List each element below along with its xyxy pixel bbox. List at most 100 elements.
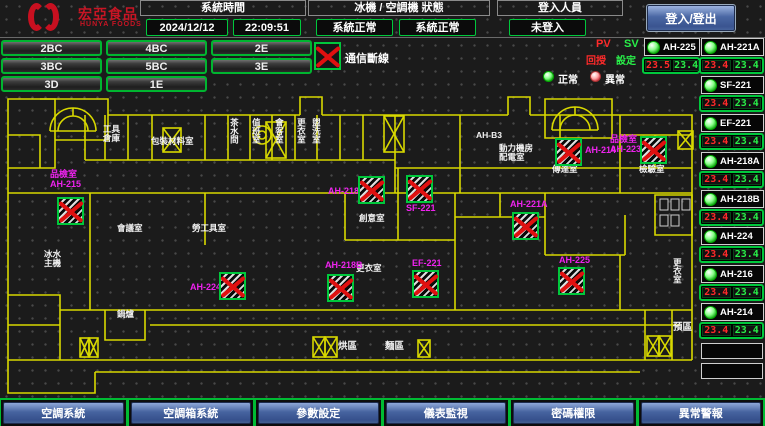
room-label: 更衣室 — [296, 118, 305, 144]
floor-button-2bc[interactable]: 2BC — [1, 40, 102, 56]
pv-value: 23.4 — [702, 174, 731, 185]
nav-ahu-system-button[interactable]: 空調箱系統 — [131, 402, 252, 424]
equipment-row[interactable]: AH-221A — [701, 38, 764, 56]
system-time-label: 系統時間 — [140, 0, 306, 16]
pv-value: 23.4 — [702, 325, 731, 336]
ahu-status-value: 系統正常 — [399, 19, 476, 36]
sv-value: 23.4 — [733, 249, 762, 260]
nav-abnormal-alarm-button[interactable]: 異常警報 — [641, 402, 762, 424]
company-name-en: HUNYA FOODS — [80, 21, 142, 28]
status-led-icon — [704, 41, 717, 54]
status-led-icon — [704, 306, 717, 319]
pv-value: 23.4 — [702, 212, 731, 223]
equipment-row[interactable]: AH-218A — [701, 152, 764, 170]
equipment-row[interactable]: AH-224 — [701, 227, 764, 245]
login-user-value: 未登入 — [509, 19, 586, 36]
floor-button-3e[interactable]: 3E — [211, 58, 312, 74]
sv-value: 23.4 — [733, 136, 762, 147]
empty-slot — [701, 363, 763, 379]
equipment-row[interactable]: AH-218B — [701, 190, 764, 208]
room-label: 動力機房 配電室 — [499, 144, 533, 163]
comm-loss-marker[interactable] — [406, 175, 433, 203]
room-label: AH-B3 — [476, 131, 502, 140]
equipment-values: 23.4 23.4 — [699, 322, 764, 339]
pv-value: 23.4 — [702, 287, 731, 298]
equipment-values: 23.4 23.4 — [699, 57, 764, 74]
room-label: 檢驗室 — [639, 165, 665, 174]
room-label: 勞工具室 — [192, 224, 226, 233]
comm-loss-marker[interactable] — [512, 212, 539, 240]
company-logo-icon — [28, 3, 74, 35]
normal-led-icon — [543, 71, 554, 82]
equipment-row[interactable]: AH-225 — [644, 38, 700, 56]
equipment-values: 23.4 23.4 — [699, 246, 764, 263]
floor-button-3d[interactable]: 3D — [1, 76, 102, 92]
setting-label: 設定 — [616, 52, 636, 67]
machine-status-label: 冰機 / 空調機 狀態 — [308, 0, 490, 16]
unit-label: AH-224 — [190, 283, 221, 293]
status-led-icon — [704, 79, 717, 92]
status-led-icon — [647, 41, 660, 54]
room-label: 創意室 — [359, 214, 385, 223]
abnormal-led-icon — [590, 71, 601, 82]
equipment-row[interactable]: EF-221 — [701, 114, 764, 132]
room-label: 冰水 主機 — [44, 250, 61, 269]
normal-legend-label: 正常 — [558, 71, 578, 86]
nav-parameter-settings-button[interactable]: 參數設定 — [258, 402, 379, 424]
pv-value: 23.4 — [702, 98, 731, 109]
sv-value: 23.4 — [733, 212, 762, 223]
equipment-row[interactable]: SF-221 — [701, 76, 764, 94]
comm-loss-marker[interactable] — [558, 267, 585, 295]
equipment-row[interactable]: AH-216 — [701, 265, 764, 283]
sv-value: 23.4 — [733, 98, 762, 109]
equipment-values: 23.4 23.4 — [699, 95, 764, 112]
pv-value: 23.5 — [645, 60, 671, 71]
sv-value: 23.4 — [733, 325, 762, 336]
nav-ac-system-button[interactable]: 空調系統 — [3, 402, 124, 424]
comm-loss-marker[interactable] — [412, 270, 439, 298]
system-date-value: 2024/12/12 — [146, 19, 228, 36]
equipment-values: 23.4 23.4 — [699, 171, 764, 188]
floor-button-4bc[interactable]: 4BC — [106, 40, 207, 56]
comm-loss-marker[interactable] — [358, 176, 385, 204]
hmi-screen: 宏亞食品 HUNYA FOODS 系統時間 2024/12/12 22:09:5… — [0, 0, 765, 426]
status-led-icon — [704, 155, 717, 168]
pv-value: 23.4 — [702, 60, 731, 71]
abnormal-legend-label: 異常 — [605, 71, 625, 86]
comm-loss-marker[interactable] — [555, 138, 582, 166]
comm-loss-legend-icon — [314, 42, 341, 70]
login-user-label: 登入人員 — [497, 0, 623, 16]
room-label: 鍋爐 — [117, 310, 134, 319]
room-label: 會議室 — [117, 224, 143, 233]
status-led-icon — [704, 230, 717, 243]
equipment-values: 23.4 23.4 — [699, 133, 764, 150]
unit-label: AH-225 — [559, 256, 590, 266]
unit-label: 品檢室 AH-223 — [610, 135, 641, 155]
unit-label: SF-221 — [406, 204, 436, 214]
system-time-value: 22:09:51 — [233, 19, 301, 36]
comm-loss-marker[interactable] — [327, 274, 354, 302]
sv-value: 23.4 — [733, 174, 762, 185]
equipment-row[interactable]: AH-214 — [701, 303, 764, 321]
comm-loss-marker[interactable] — [57, 197, 84, 225]
status-led-icon — [704, 193, 717, 206]
sv-value: 23.4 — [733, 60, 762, 71]
floor-button-5bc[interactable]: 5BC — [106, 58, 207, 74]
floor-button-2e[interactable]: 2E — [211, 40, 312, 56]
unit-label: AH-221A — [510, 200, 548, 210]
nav-password-permission-button[interactable]: 密碼權限 — [513, 402, 634, 424]
comm-loss-marker[interactable] — [640, 136, 667, 164]
room-label: 麵區 — [385, 342, 404, 352]
comm-loss-legend-label: 通信斷線 — [345, 50, 389, 66]
room-label: 會客室 — [274, 118, 283, 144]
nav-meter-monitor-button[interactable]: 儀表監視 — [386, 402, 507, 424]
unit-label: EF-221 — [412, 259, 442, 269]
floor-button-3bc[interactable]: 3BC — [1, 58, 102, 74]
status-led-icon — [704, 117, 717, 130]
login-logout-button[interactable]: 登入/登出 — [647, 5, 735, 31]
floor-button-1e[interactable]: 1E — [106, 76, 207, 92]
comm-loss-marker[interactable] — [219, 272, 246, 300]
equipment-values: 23.4 23.4 — [699, 209, 764, 226]
room-label: 工具 倉庫 — [103, 125, 120, 144]
room-label: 烘區 — [338, 342, 357, 352]
